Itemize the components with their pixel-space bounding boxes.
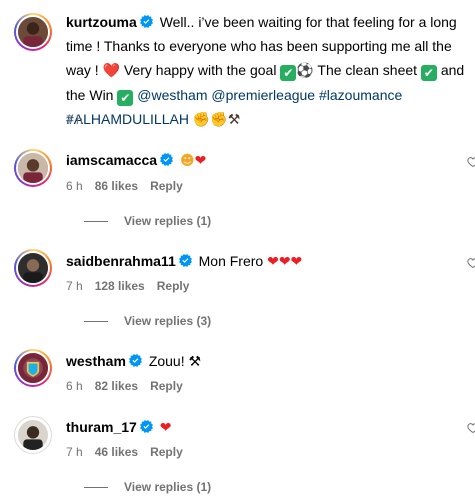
comment-saidbenrahma11: saidbenrahma11 Mon Frero ❤❤❤	[66, 249, 467, 273]
verified-badge-icon	[140, 420, 153, 433]
mention-westham[interactable]: @westham	[137, 87, 207, 103]
heart-outline-icon[interactable]	[467, 257, 475, 269]
caption-text-3: The clean sheet	[313, 62, 421, 78]
comment-time[interactable]: 7 h	[66, 445, 83, 459]
post-time[interactable]: 7 h	[66, 113, 83, 127]
heart-emoji-icon: ❤	[159, 419, 172, 435]
comment-text: Mon Frero	[198, 253, 264, 269]
verified-badge-icon	[129, 354, 142, 367]
soccer-ball-emoji-icon: ⚽	[296, 63, 314, 79]
comment-time[interactable]: 6 h	[66, 179, 83, 193]
avatar-thuram17[interactable]	[14, 416, 52, 454]
comment-likes[interactable]: 86 likes	[95, 179, 138, 193]
reply-button[interactable]: Reply	[150, 179, 183, 193]
replies-divider	[84, 321, 108, 323]
verified-badge-icon	[140, 15, 153, 28]
verified-badge-icon	[179, 254, 192, 267]
view-replies-button[interactable]: View replies (3)	[84, 313, 211, 329]
avatar-image	[16, 15, 50, 49]
comment-iamscamacca: iamscamacca ☻❤	[66, 148, 467, 173]
view-replies-label: View replies (3)	[124, 314, 212, 328]
view-replies-label: View replies (1)	[124, 480, 212, 494]
heart-emoji-icon: ❤️	[102, 62, 121, 78]
avatar-saidbenrahma11[interactable]	[14, 249, 52, 287]
reply-button[interactable]: Reply	[157, 279, 190, 293]
check-emoji-icon-3: ✔	[117, 90, 134, 106]
replies-divider	[84, 487, 108, 489]
comment-username[interactable]: saidbenrahma11	[66, 253, 176, 269]
comment-meta: 6 h 82 likes Reply	[66, 378, 195, 394]
comment-meta: 7 h 46 likes Reply	[66, 444, 195, 460]
heart-outline-icon[interactable]	[467, 156, 475, 168]
comment-username[interactable]: westham	[66, 353, 126, 369]
mending-heart-emoji-icon: ❤	[194, 152, 207, 168]
avatar-kurtzouma[interactable]	[14, 13, 52, 51]
comment-thuram17: thuram_17 ❤	[66, 415, 467, 439]
hashtag-lazoumance[interactable]: #lazoumance	[319, 87, 402, 103]
check-emoji-icon-2: ✔	[420, 65, 437, 81]
reply-button[interactable]: Reply	[150, 445, 183, 459]
comment-username[interactable]: iamscamacca	[66, 152, 157, 168]
avatar-image	[16, 351, 50, 385]
view-replies-label: View replies (1)	[124, 214, 212, 228]
comment-meta: 7 h 128 likes Reply	[66, 278, 201, 294]
avatar-image	[16, 151, 50, 185]
view-replies-button[interactable]: View replies (1)	[84, 213, 211, 229]
replies-divider	[84, 221, 108, 223]
post-caption: kurtzouma Well.. i’ve been waiting for t…	[66, 10, 467, 132]
heart-outline-icon[interactable]	[467, 422, 475, 434]
post-meta: 7 h	[66, 112, 95, 128]
view-replies-button[interactable]: View replies (1)	[84, 479, 211, 495]
caption-text-2: Very happy with the goal	[120, 62, 281, 78]
comment-time[interactable]: 7 h	[66, 279, 83, 293]
avatar-iamscamacca[interactable]	[14, 149, 52, 187]
comment-meta: 6 h 86 likes Reply	[66, 178, 195, 194]
hearts-emoji-icon: ❤❤❤	[267, 253, 303, 269]
comment-text: Zouu!	[148, 353, 185, 369]
comment-time[interactable]: 6 h	[66, 379, 83, 393]
reply-button[interactable]: Reply	[150, 379, 183, 393]
avatar-image	[16, 418, 50, 452]
avatar-image	[16, 251, 50, 285]
check-emoji-icon: ✔	[280, 65, 297, 81]
post-username[interactable]: kurtzouma	[66, 14, 137, 30]
avatar-westham[interactable]	[14, 349, 52, 387]
comment-likes[interactable]: 128 likes	[95, 279, 145, 293]
comment-westham: westham Zouu! ⚒	[66, 349, 467, 374]
verified-badge-icon	[160, 153, 173, 166]
heart-eyes-emoji-icon: ☻	[179, 153, 195, 169]
fists-emoji-icon: ✊✊⚒	[192, 112, 241, 128]
comment-likes[interactable]: 82 likes	[95, 379, 138, 393]
comment-likes[interactable]: 46 likes	[95, 445, 138, 459]
mention-premierleague[interactable]: @premierleague	[211, 87, 315, 103]
comment-username[interactable]: thuram_17	[66, 419, 137, 435]
hammers-emoji-icon: ⚒	[188, 354, 202, 370]
